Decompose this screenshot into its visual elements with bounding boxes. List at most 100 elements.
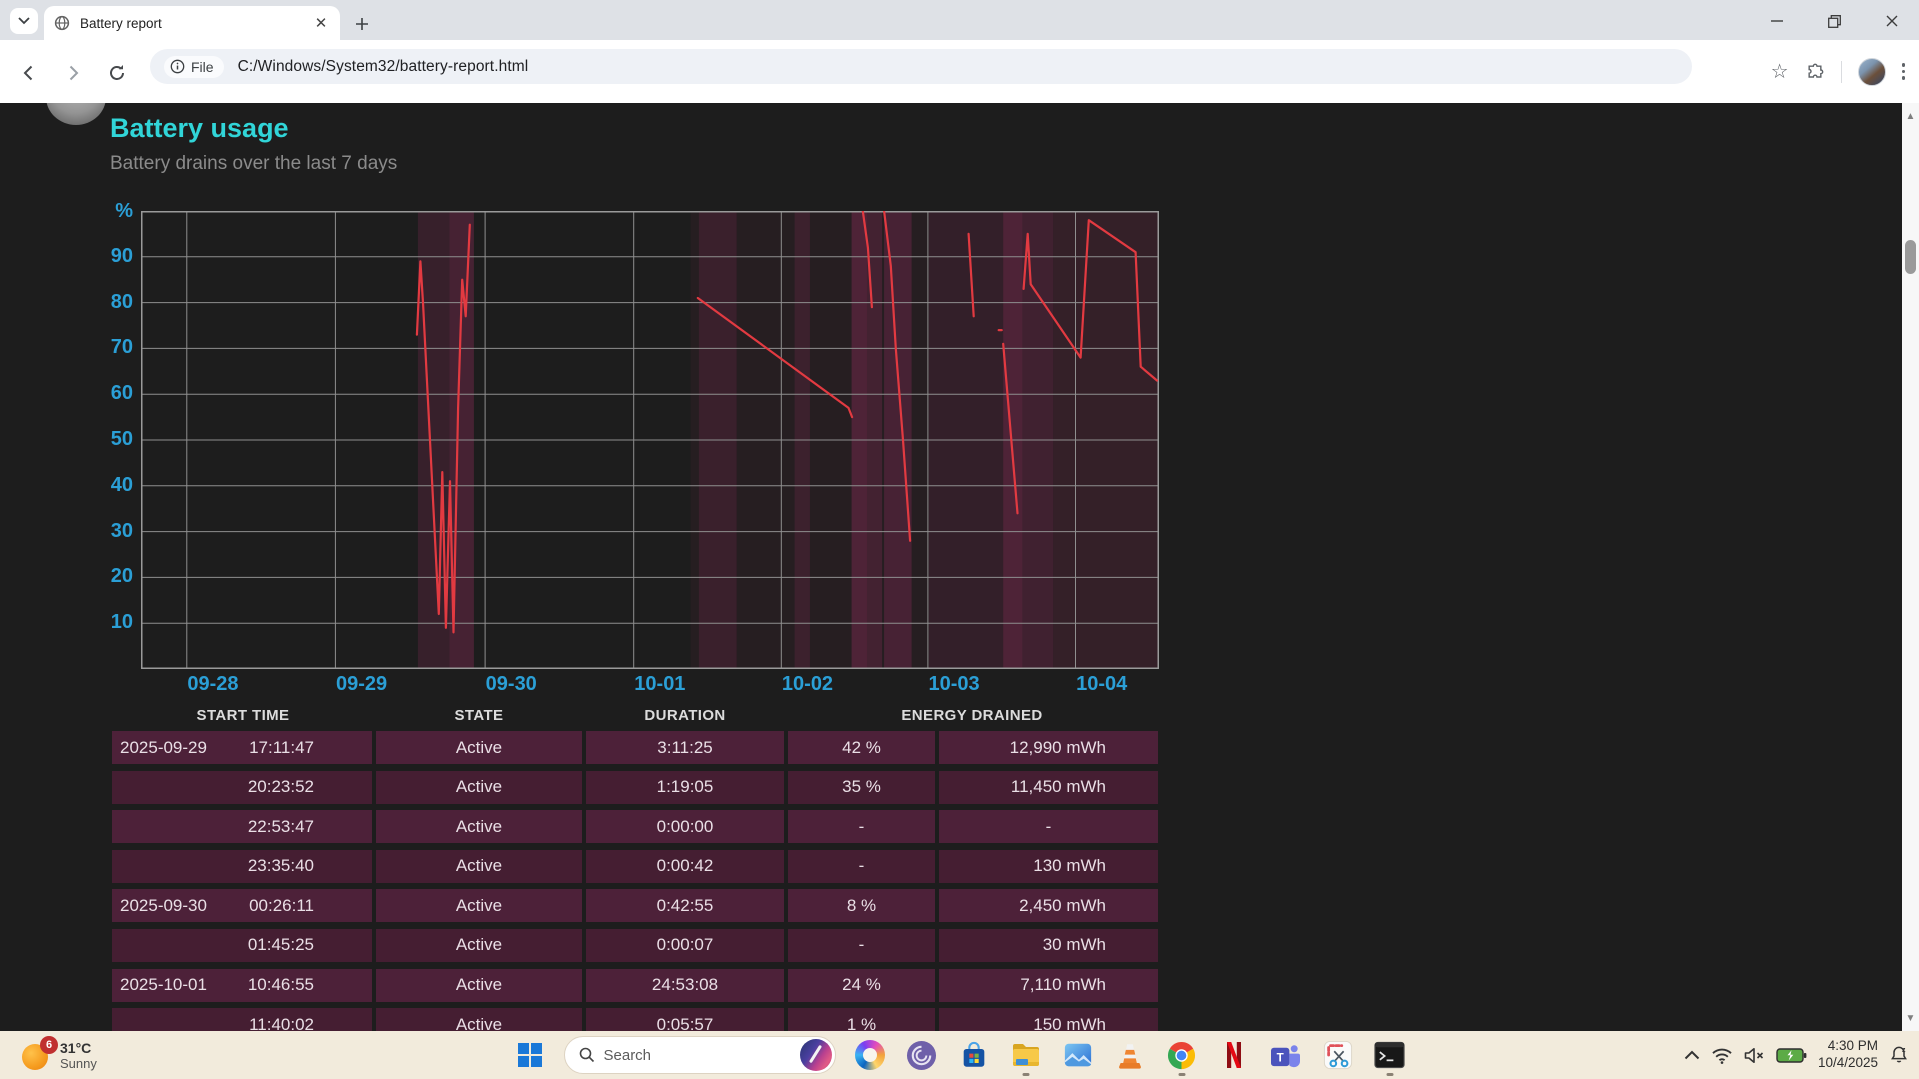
cell-energy-percent: 8 % — [788, 889, 935, 923]
cell-state: Active — [376, 810, 582, 844]
x-tick-label: 10-04 — [1076, 673, 1128, 695]
taskbar-search-box[interactable]: Search — [563, 1036, 836, 1074]
table-header-duration: DURATION — [644, 707, 726, 724]
table-row: 2025-10-01 10:46:55 Active 24:53:08 24 % 7,11… — [112, 968, 1158, 1002]
x-tick-label: 09-28 — [187, 673, 239, 695]
scrollbar-thumb[interactable] — [1905, 240, 1916, 274]
table-row: 2025-09-29 17:11:47 Active 3:11:25 42 % 12,99… — [112, 731, 1158, 764]
notification-bell-dnd-icon[interactable]: z — [1889, 1045, 1909, 1065]
microsoft-store-taskbar-icon[interactable] — [956, 1031, 992, 1079]
battery-charging-icon[interactable] — [1776, 1047, 1807, 1064]
back-button[interactable] — [14, 58, 44, 88]
page-scrollbar[interactable]: ▲ ▼ — [1902, 103, 1919, 1031]
y-tick-label: 80 — [110, 290, 133, 313]
y-tick-label: 70 — [110, 336, 133, 359]
snipping-tool-taskbar-icon[interactable] — [1320, 1031, 1356, 1079]
cell-energy-percent: 24 % — [788, 968, 935, 1002]
cell-start-time: 2025-09-29 17:11:47 — [112, 731, 372, 764]
profile-avatar[interactable] — [1857, 57, 1886, 86]
y-tick-label: 30 — [110, 519, 133, 542]
running-indicator — [1386, 1073, 1393, 1076]
reload-button[interactable] — [102, 58, 132, 88]
window-close-button[interactable] — [1875, 8, 1909, 34]
table-header-row: START TIME STATE DURATION ENERGY DRAINED — [112, 701, 1158, 731]
clock-time: 4:30 PM — [1827, 1038, 1878, 1054]
cell-duration: 0:00:42 — [586, 849, 784, 883]
cell-duration: 0:42:55 — [586, 889, 784, 923]
scroll-down-icon[interactable]: ▼ — [1902, 1005, 1919, 1031]
toolbar-right-group: ☆ — [1771, 40, 1905, 103]
volume-muted-icon[interactable] — [1744, 1047, 1765, 1064]
x-tick-label: 10-01 — [634, 673, 686, 695]
svg-text:T: T — [1277, 1051, 1284, 1064]
url-text[interactable]: C:/Windows/System32/battery-report.html — [238, 58, 529, 76]
copilot-icon — [854, 1039, 886, 1071]
weather-badge: 6 — [40, 1036, 58, 1054]
window-minimize-button[interactable] — [1760, 8, 1794, 34]
cell-energy-percent: - — [788, 928, 935, 962]
snipping-tool-icon — [1322, 1039, 1354, 1071]
start-button[interactable] — [512, 1037, 548, 1073]
y-tick-label: 40 — [110, 473, 133, 496]
vlc-taskbar-icon[interactable] — [1112, 1031, 1148, 1079]
netflix-icon — [1218, 1039, 1250, 1071]
weather-widget[interactable]: 6 31°C Sunny — [16, 1031, 97, 1079]
chrome-taskbar-icon[interactable] — [1164, 1031, 1200, 1079]
site-info-chip[interactable]: File — [164, 55, 224, 78]
file-explorer-taskbar-icon[interactable] — [1008, 1031, 1044, 1079]
cell-energy-percent: - — [788, 849, 935, 883]
photos-taskbar-icon[interactable] — [1060, 1031, 1096, 1079]
cell-state: Active — [376, 731, 582, 764]
teams-taskbar-icon[interactable]: T — [1268, 1031, 1304, 1079]
vlc-icon — [1114, 1039, 1146, 1071]
address-bar[interactable]: File C:/Windows/System32/battery-report.… — [150, 49, 1692, 84]
windows-logo-icon — [517, 1043, 542, 1067]
scroll-up-icon[interactable]: ▲ — [1902, 103, 1919, 129]
new-tab-button[interactable] — [350, 12, 374, 36]
cell-state: Active — [376, 968, 582, 1002]
extensions-icon[interactable] — [1805, 62, 1825, 82]
running-indicator — [1178, 1073, 1185, 1076]
page-title: Battery usage — [110, 113, 289, 143]
cell-duration: 0:05:57 — [586, 1008, 784, 1031]
forward-button[interactable] — [58, 58, 88, 88]
bittorrent-taskbar-icon[interactable] — [904, 1031, 940, 1079]
netflix-taskbar-icon[interactable] — [1216, 1031, 1252, 1079]
copilot-taskbar-icon[interactable] — [852, 1031, 888, 1079]
browser-tab-battery-report[interactable]: Battery report ✕ — [44, 6, 340, 40]
browser-tabstrip: Battery report ✕ — [0, 0, 1919, 40]
toolbar-divider — [1840, 60, 1842, 83]
cell-start-time: 22:53:47 — [112, 810, 372, 844]
cell-energy-mwh: 12,990 mWh — [939, 731, 1158, 764]
taskbar: 6 31°C Sunny Search T 4:30 PM 10/4/2025 … — [0, 1031, 1919, 1079]
pinned-apps: T — [852, 1031, 1408, 1079]
tab-close-icon[interactable]: ✕ — [312, 14, 330, 32]
y-tick-label: 50 — [110, 428, 133, 450]
terminal-taskbar-icon[interactable] — [1372, 1031, 1408, 1079]
cell-energy-mwh: 11,450 mWh — [939, 770, 1158, 804]
tab-search-button[interactable] — [10, 8, 38, 34]
browser-menu-icon[interactable] — [1901, 63, 1905, 80]
tray-chevron-up-icon[interactable] — [1684, 1050, 1700, 1060]
bookmark-star-icon[interactable]: ☆ — [1771, 59, 1789, 84]
cell-state: Active — [376, 849, 582, 883]
window-restore-button[interactable] — [1817, 8, 1851, 34]
battery-usage-chart — [141, 211, 1159, 669]
cell-energy-mwh: - — [939, 810, 1158, 844]
url-scheme-label: File — [191, 58, 214, 75]
cell-energy-mwh: 30 mWh — [939, 928, 1158, 962]
x-tick-label: 10-02 — [781, 673, 834, 695]
desktop-screen: Battery report ✕ File C:/Windows/System3… — [0, 0, 1919, 1079]
terminal-icon — [1374, 1039, 1406, 1071]
taskbar-clock[interactable]: 4:30 PM 10/4/2025 — [1818, 1038, 1878, 1072]
table-row: 23:35:40 Active 0:00:42-130 mWh — [112, 849, 1158, 883]
photos-icon — [1062, 1039, 1094, 1071]
search-highlight-image[interactable] — [799, 1039, 832, 1071]
cell-energy-mwh: 7,110 mWh — [939, 968, 1158, 1002]
decorative-circle — [46, 103, 106, 125]
teams-icon: T — [1270, 1039, 1302, 1071]
chart-plot-area — [141, 211, 1159, 669]
y-tick-label: 20 — [110, 565, 133, 588]
cell-duration: 3:11:25 — [586, 731, 784, 764]
wifi-icon[interactable] — [1711, 1047, 1733, 1064]
